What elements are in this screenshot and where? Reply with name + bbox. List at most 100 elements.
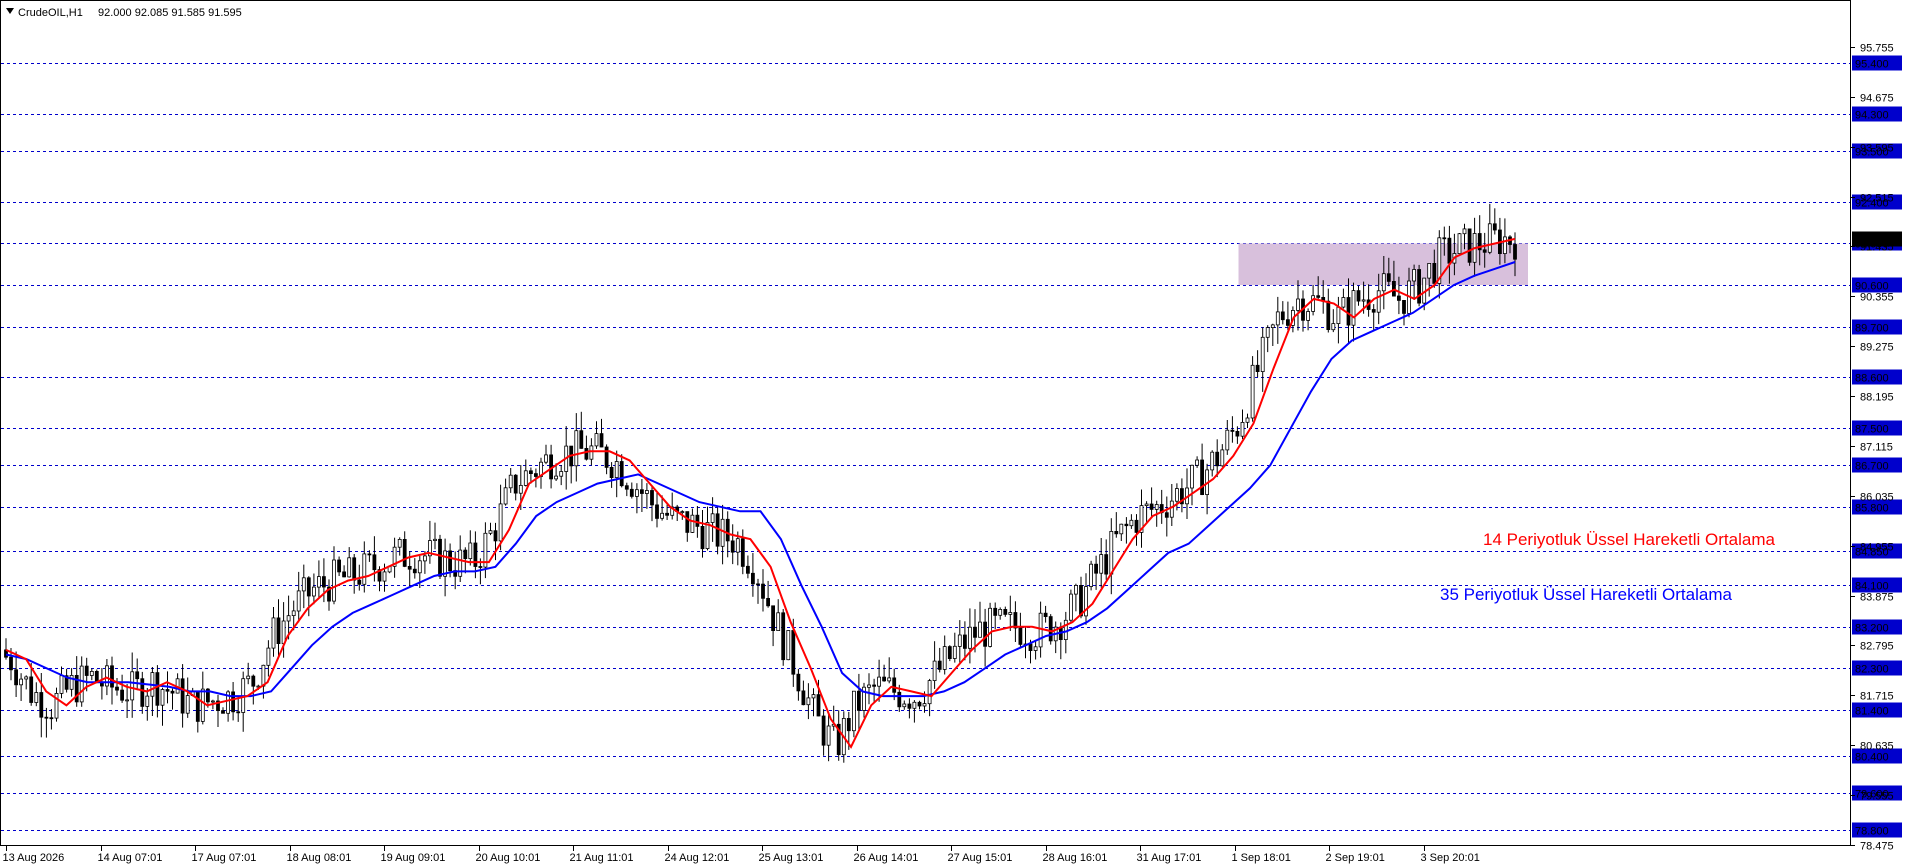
- candle-body: [266, 647, 271, 666]
- candle-body: [599, 433, 604, 448]
- plot-background: [0, 0, 1916, 868]
- candle-body: [589, 445, 594, 460]
- price-tick-label: 83.875: [1860, 592, 1894, 604]
- candle-body: [170, 690, 175, 694]
- price-tick-label: 87.115: [1860, 442, 1893, 454]
- candle-body: [84, 665, 89, 676]
- candle-body: [180, 678, 185, 714]
- candle-body: [478, 566, 483, 568]
- candle-body: [367, 553, 372, 556]
- candle-body: [857, 690, 861, 711]
- candle-body: [1079, 585, 1083, 617]
- candle-body: [1129, 519, 1134, 527]
- candle-body: [902, 703, 907, 708]
- candle-body: [1099, 554, 1104, 574]
- candle-body: [125, 699, 129, 702]
- candle-body: [685, 511, 690, 533]
- candle-body: [352, 557, 357, 581]
- candle-body: [1412, 269, 1416, 282]
- candle-body: [786, 630, 791, 661]
- candle-body: [1164, 512, 1169, 518]
- candle-body: [311, 586, 316, 597]
- candle-body: [1381, 273, 1386, 292]
- candle-body: [94, 671, 99, 683]
- candle-body: [412, 568, 417, 574]
- candle-body: [907, 703, 912, 709]
- candle-body: [1270, 324, 1275, 328]
- candle-body: [932, 660, 937, 681]
- level-tag-label: 88.600: [1855, 373, 1889, 385]
- candle-body: [1397, 295, 1401, 301]
- candle-body: [1442, 237, 1447, 240]
- candle-body: [523, 470, 528, 486]
- current-price-label: 91.595: [1855, 235, 1889, 247]
- price-tick-label: 84.955: [1860, 542, 1894, 554]
- candle-body: [246, 675, 251, 680]
- candle-body: [1013, 612, 1018, 629]
- level-tag-label: 85.800: [1855, 503, 1889, 515]
- candle-body: [1240, 421, 1245, 437]
- candle-body: [24, 676, 29, 680]
- candle-body: [438, 538, 442, 577]
- candle-body: [200, 688, 205, 722]
- level-tag-label: 80.400: [1855, 752, 1889, 764]
- candle-body: [1260, 336, 1265, 372]
- candle-body: [1210, 451, 1215, 471]
- candle-body: [1225, 429, 1230, 451]
- candle-body: [766, 598, 770, 607]
- candle-body: [49, 717, 54, 720]
- candle-body: [9, 656, 13, 671]
- candle-body: [1154, 504, 1159, 510]
- candle-body: [574, 430, 579, 467]
- candle-body: [59, 675, 64, 694]
- candle-body: [155, 672, 160, 706]
- candle-body: [1513, 244, 1517, 260]
- time-tick-label: 28 Aug 16:01: [1043, 852, 1108, 864]
- candle-body: [1104, 554, 1109, 575]
- candle-body: [286, 615, 291, 622]
- price-tick-label: 89.275: [1860, 342, 1894, 354]
- level-tag-label: 78.800: [1855, 826, 1889, 838]
- price-tick-label: 90.355: [1860, 292, 1894, 304]
- candle-body: [771, 605, 775, 631]
- candle-body: [665, 512, 669, 516]
- price-chart[interactable]: 95.40094.30093.50092.40091.50090.60089.7…: [0, 0, 1916, 868]
- candle-body: [342, 571, 347, 578]
- candle-body: [463, 549, 468, 559]
- candle-body: [296, 590, 301, 612]
- candle-body: [947, 646, 952, 659]
- candle-body: [983, 621, 987, 647]
- candle-body: [448, 550, 453, 572]
- candle-body: [1361, 299, 1366, 302]
- candle-body: [1417, 269, 1421, 304]
- time-tick-label: 14 Aug 07:01: [98, 852, 163, 864]
- time-tick-label: 21 Aug 11:01: [570, 852, 634, 864]
- candle-body: [867, 684, 871, 688]
- level-tag-label: 89.700: [1855, 323, 1889, 335]
- time-tick-label: 31 Aug 17:01: [1137, 852, 1202, 864]
- candle-body: [14, 669, 19, 686]
- time-tick-label: 25 Aug 13:01: [759, 852, 824, 864]
- price-tick-label: 92.515: [1860, 193, 1894, 205]
- candle-body: [963, 634, 967, 649]
- candle-body: [145, 695, 150, 707]
- candle-body: [700, 526, 705, 550]
- candle-body: [1134, 519, 1139, 533]
- candle-body: [1250, 364, 1255, 419]
- candle-body: [468, 542, 473, 560]
- candle-body: [710, 513, 715, 523]
- candle-body: [1033, 646, 1038, 651]
- candle-body: [39, 692, 44, 718]
- candle-body: [826, 725, 831, 746]
- candle-body: [382, 571, 387, 582]
- price-tick-label: 93.595: [1860, 143, 1894, 155]
- candle-body: [1286, 319, 1290, 326]
- candle-body: [1432, 262, 1437, 284]
- candle-body: [518, 484, 523, 494]
- candle-body: [231, 691, 236, 713]
- ohlc-readout: 92.000 92.085 91.585 91.595: [98, 7, 242, 19]
- candle-body: [735, 538, 740, 553]
- candle-body: [1008, 612, 1013, 615]
- candle-body: [120, 689, 124, 701]
- candle-body: [756, 583, 760, 586]
